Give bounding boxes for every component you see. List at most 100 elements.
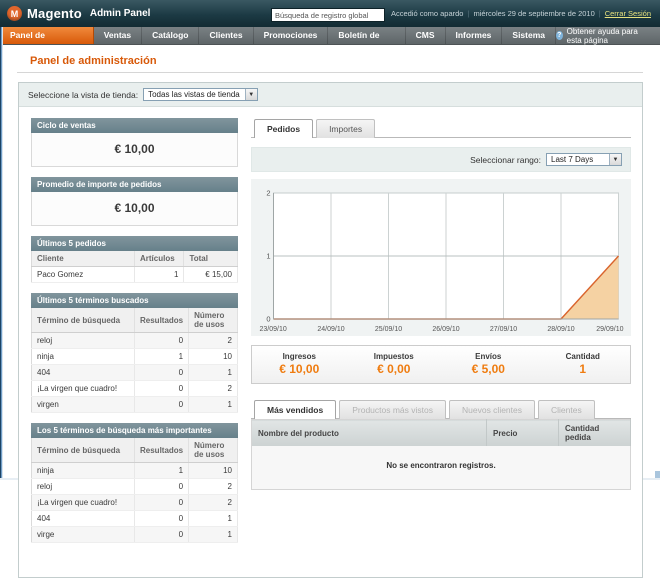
nav-item-system[interactable]: Sistema xyxy=(502,27,556,44)
header-user-info: Accedió como apardo | miércoles 29 de se… xyxy=(391,9,653,18)
title-divider xyxy=(17,72,643,73)
column-header: Nombre del producto xyxy=(252,420,487,447)
empty-records-message: No se encontraron registros. xyxy=(252,446,631,490)
cell-results: 0 xyxy=(135,333,189,349)
stat-label: Envíos xyxy=(441,352,536,361)
svg-text:2: 2 xyxy=(266,189,270,198)
stat-shipping: Envíos € 5,00 xyxy=(441,352,536,376)
table-row[interactable]: 404 0 1 xyxy=(32,511,238,527)
cell-results: 0 xyxy=(135,397,189,413)
table-row[interactable]: virge 0 1 xyxy=(32,527,238,543)
magento-logo-icon: M xyxy=(7,6,22,21)
cell-uses: 1 xyxy=(189,511,238,527)
tab-bestsellers[interactable]: Más vendidos xyxy=(254,400,336,419)
totals-row: Ingresos € 10,00 Impuestos € 0,00 Envíos… xyxy=(251,345,631,384)
nav-item-sales[interactable]: Ventas xyxy=(94,27,142,44)
stat-label: Ingresos xyxy=(252,352,347,361)
cell-term: ¡La virgen que cuadro! xyxy=(32,495,135,511)
store-view-bar: Seleccione la vista de tienda: Todas las… xyxy=(19,83,642,107)
chart-area: 01223/09/1024/09/1025/09/1026/09/1027/09… xyxy=(251,179,631,336)
table-row[interactable]: ¡La virgen que cuadro! 0 2 xyxy=(32,381,238,397)
column-header: Cliente xyxy=(32,251,135,267)
brand-subtitle: Admin Panel xyxy=(90,8,151,19)
tab-orders[interactable]: Pedidos xyxy=(254,119,313,138)
svg-text:24/09/10: 24/09/10 xyxy=(317,326,344,333)
stat-tax: Impuestos € 0,00 xyxy=(347,352,442,376)
nav-item-newsletter[interactable]: Boletín de noticias xyxy=(328,27,405,44)
table-row[interactable]: ¡La virgen que cuadro! 0 2 xyxy=(32,495,238,511)
brand-name: Magento xyxy=(27,6,82,21)
stat-value: € 10,00 xyxy=(252,362,347,376)
nav-item-dashboard[interactable]: Panel de administración xyxy=(0,27,94,44)
range-label: Seleccionar rango: xyxy=(470,155,541,165)
nav-item-cms[interactable]: CMS xyxy=(406,27,446,44)
nav-item-promotions[interactable]: Promociones xyxy=(254,27,329,44)
top-terms-table: Término de búsqueda Resultados Número de… xyxy=(31,438,238,543)
cell-results: 0 xyxy=(135,527,189,543)
window-frame-left xyxy=(0,27,3,478)
chevron-down-icon: ▼ xyxy=(245,89,257,100)
cell-results: 1 xyxy=(135,463,189,479)
window-frame-corner xyxy=(655,471,660,478)
table-row[interactable]: ninja 1 10 xyxy=(32,463,238,479)
tab-customers[interactable]: Clientes xyxy=(538,400,595,419)
cell-term: 404 xyxy=(32,511,135,527)
stat-value: € 0,00 xyxy=(347,362,442,376)
separator: | xyxy=(467,9,469,18)
panel-title: Últimos 5 pedidos xyxy=(31,236,238,251)
last-orders-panel: Últimos 5 pedidos Cliente Artículos Tota… xyxy=(31,236,238,283)
table-row[interactable]: reloj 0 2 xyxy=(32,479,238,495)
store-view-label: Seleccione la vista de tienda: xyxy=(28,90,138,100)
column-header: Término de búsqueda xyxy=(32,308,135,333)
cell-results: 0 xyxy=(135,511,189,527)
cell-term: 404 xyxy=(32,365,135,381)
nav-item-customers[interactable]: Clientes xyxy=(199,27,253,44)
cell-items: 1 xyxy=(135,267,184,283)
products-table: Nombre del producto Precio Cantidad pedi… xyxy=(251,419,631,490)
table-row[interactable]: virgen 0 1 xyxy=(32,397,238,413)
last-terms-panel: Últimos 5 términos buscados Término de b… xyxy=(31,293,238,413)
range-select[interactable]: Last 7 Days ▼ xyxy=(546,153,622,166)
cell-uses: 2 xyxy=(189,479,238,495)
last-orders-table: Cliente Artículos Total Paco Gomez 1 € 1… xyxy=(31,251,238,283)
last-terms-table: Término de búsqueda Resultados Número de… xyxy=(31,308,238,413)
tab-amounts[interactable]: Importes xyxy=(316,119,375,138)
global-search-input[interactable] xyxy=(271,8,385,22)
current-date-text: miércoles 29 de septiembre de 2010 xyxy=(473,9,594,18)
column-header: Resultados xyxy=(135,308,189,333)
logout-link[interactable]: Cerrar Sesión xyxy=(605,9,651,18)
stat-label: Cantidad xyxy=(536,352,631,361)
column-header: Número de usos xyxy=(189,438,238,463)
top-terms-panel: Los 5 términos de búsqueda más important… xyxy=(31,423,238,543)
help-link[interactable]: ? Obtener ayuda para esta página xyxy=(556,27,660,44)
stat-quantity: Cantidad 1 xyxy=(536,352,631,376)
cell-uses: 1 xyxy=(189,365,238,381)
magento-logo: M Magento Admin Panel xyxy=(7,6,150,21)
cell-results: 0 xyxy=(135,365,189,381)
tab-most-viewed[interactable]: Productos más vistos xyxy=(339,400,446,419)
store-view-select[interactable]: Todas las vistas de tienda ▼ xyxy=(143,88,258,101)
range-value: Last 7 Days xyxy=(547,154,609,165)
stat-revenue: Ingresos € 10,00 xyxy=(252,352,347,376)
panel-title: Últimos 5 términos buscados xyxy=(31,293,238,308)
nav-item-reports[interactable]: Informes xyxy=(446,27,503,44)
svg-text:26/09/10: 26/09/10 xyxy=(432,326,459,333)
table-row[interactable]: ninja 1 10 xyxy=(32,349,238,365)
orders-chart: 01223/09/1024/09/1025/09/1026/09/1027/09… xyxy=(256,185,626,335)
cell-uses: 10 xyxy=(189,463,238,479)
cell-total: € 15,00 xyxy=(184,267,238,283)
table-row[interactable]: Paco Gomez 1 € 15,00 xyxy=(32,267,238,283)
dashboard-container: Seleccione la vista de tienda: Todas las… xyxy=(18,82,643,578)
cell-customer: Paco Gomez xyxy=(32,267,135,283)
svg-text:29/09/10: 29/09/10 xyxy=(596,326,623,333)
nav-item-catalog[interactable]: Catálogo xyxy=(142,27,199,44)
table-row[interactable]: 404 0 1 xyxy=(32,365,238,381)
global-search xyxy=(271,5,385,23)
cell-term: reloj xyxy=(32,333,135,349)
tab-new-customers[interactable]: Nuevos clientes xyxy=(449,400,535,419)
column-header: Término de búsqueda xyxy=(32,438,135,463)
table-row[interactable]: reloj 0 2 xyxy=(32,333,238,349)
svg-text:28/09/10: 28/09/10 xyxy=(547,326,574,333)
store-view-value: Todas las vistas de tienda xyxy=(144,89,245,100)
cell-results: 1 xyxy=(135,349,189,365)
